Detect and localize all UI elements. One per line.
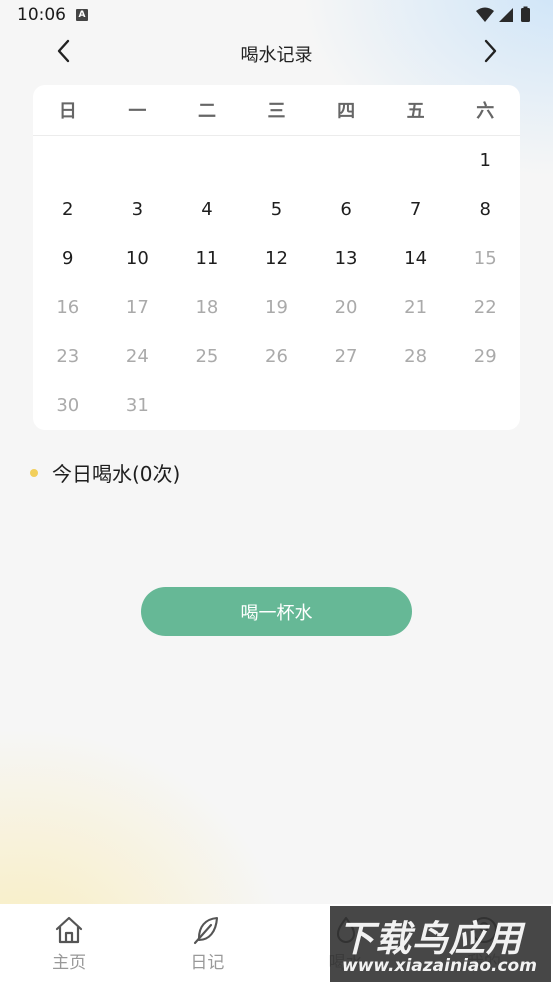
calendar-day[interactable]: 5 [242, 185, 312, 234]
weekday-label: 一 [128, 101, 147, 122]
calendar-empty-cell [103, 136, 173, 185]
tab-home-label: 主页 [52, 953, 87, 973]
calendar: 日一二三四五六 1 2 3 4 5 6 7 8 9 10 11 12 13 14 15 16 17 18 19 20 2… [33, 85, 520, 430]
calendar-day[interactable]: 19 [242, 283, 312, 332]
calendar-day[interactable]: 7 [381, 185, 451, 234]
tab-diary-label: 日记 [190, 953, 225, 973]
calendar-day[interactable]: 10 [103, 234, 173, 283]
drink-water-button[interactable]: 喝一杯水 [141, 587, 412, 636]
signal-icon [499, 8, 513, 22]
status-time: 10:06 [17, 5, 66, 25]
today-drink-count: 今日喝水(0次) [30, 458, 180, 487]
wifi-icon [476, 7, 494, 22]
tab-home[interactable]: 主页 [0, 904, 138, 984]
calendar-day[interactable]: 9 [33, 234, 103, 283]
calendar-day[interactable]: 18 [172, 283, 242, 332]
calendar-day[interactable]: 28 [381, 332, 451, 381]
forward-button[interactable] [476, 36, 504, 66]
weekday-label: 六 [476, 101, 495, 122]
watermark-url: www.xiazainiao.com [342, 956, 537, 976]
calendar-day[interactable]: 21 [381, 283, 451, 332]
tab-diary[interactable]: 日记 [138, 904, 276, 984]
calendar-day[interactable]: 15 [450, 234, 520, 283]
header: 喝水记录 [0, 32, 553, 72]
calendar-day[interactable]: 24 [103, 332, 173, 381]
calendar-day[interactable]: 27 [311, 332, 381, 381]
calendar-day[interactable]: 1 [450, 136, 520, 185]
calendar-day[interactable]: 31 [103, 381, 173, 430]
weekday-label: 三 [267, 101, 286, 122]
calendar-day[interactable]: 12 [242, 234, 312, 283]
notification-icon: A [76, 9, 88, 21]
page-title: 喝水记录 [240, 45, 313, 66]
calendar-day[interactable]: 20 [311, 283, 381, 332]
home-icon [56, 916, 83, 944]
weekday-label: 二 [197, 101, 216, 122]
calendar-day[interactable]: 4 [172, 185, 242, 234]
calendar-day[interactable]: 6 [311, 185, 381, 234]
status-bar: 10:06 A [0, 0, 553, 32]
calendar-empty-cell [242, 136, 312, 185]
calendar-day[interactable]: 16 [33, 283, 103, 332]
weekday-header: 日一二三四五六 [33, 85, 520, 136]
today-drink-label: 今日喝水(0次) [52, 462, 181, 486]
watermark-overlay: 下载鸟应用 www.xiazainiao.com [330, 906, 551, 982]
status-indicators [476, 6, 530, 22]
calendar-day[interactable]: 8 [450, 185, 520, 234]
chevron-right-icon [484, 39, 497, 63]
bullet-dot [30, 468, 38, 477]
calendar-day[interactable]: 29 [450, 332, 520, 381]
calendar-day[interactable]: 3 [103, 185, 173, 234]
calendar-day[interactable]: 11 [172, 234, 242, 283]
calendar-day[interactable]: 2 [33, 185, 103, 234]
calendar-empty-cell [381, 136, 451, 185]
watermark-title: 下载鸟应用 [338, 919, 524, 960]
battery-icon [521, 8, 530, 22]
calendar-day[interactable]: 14 [381, 234, 451, 283]
calendar-empty-cell [311, 136, 381, 185]
calendar-day[interactable]: 13 [311, 234, 381, 283]
weekday-label: 日 [58, 101, 77, 122]
calendar-empty-cell [33, 136, 103, 185]
calendar-day[interactable]: 25 [172, 332, 242, 381]
calendar-day[interactable]: 26 [242, 332, 312, 381]
calendar-days-grid: 1 2 3 4 5 6 7 8 9 10 11 12 13 14 15 16 17 18 19 20 21 22 23 24 2… [33, 136, 520, 430]
feather-icon [194, 916, 219, 945]
calendar-day[interactable]: 23 [33, 332, 103, 381]
weekday-label: 四 [337, 101, 356, 122]
calendar-day[interactable]: 17 [103, 283, 173, 332]
calendar-empty-cell [172, 136, 242, 185]
calendar-day[interactable]: 30 [33, 381, 103, 430]
calendar-day[interactable]: 22 [450, 283, 520, 332]
weekday-label: 五 [406, 101, 425, 122]
